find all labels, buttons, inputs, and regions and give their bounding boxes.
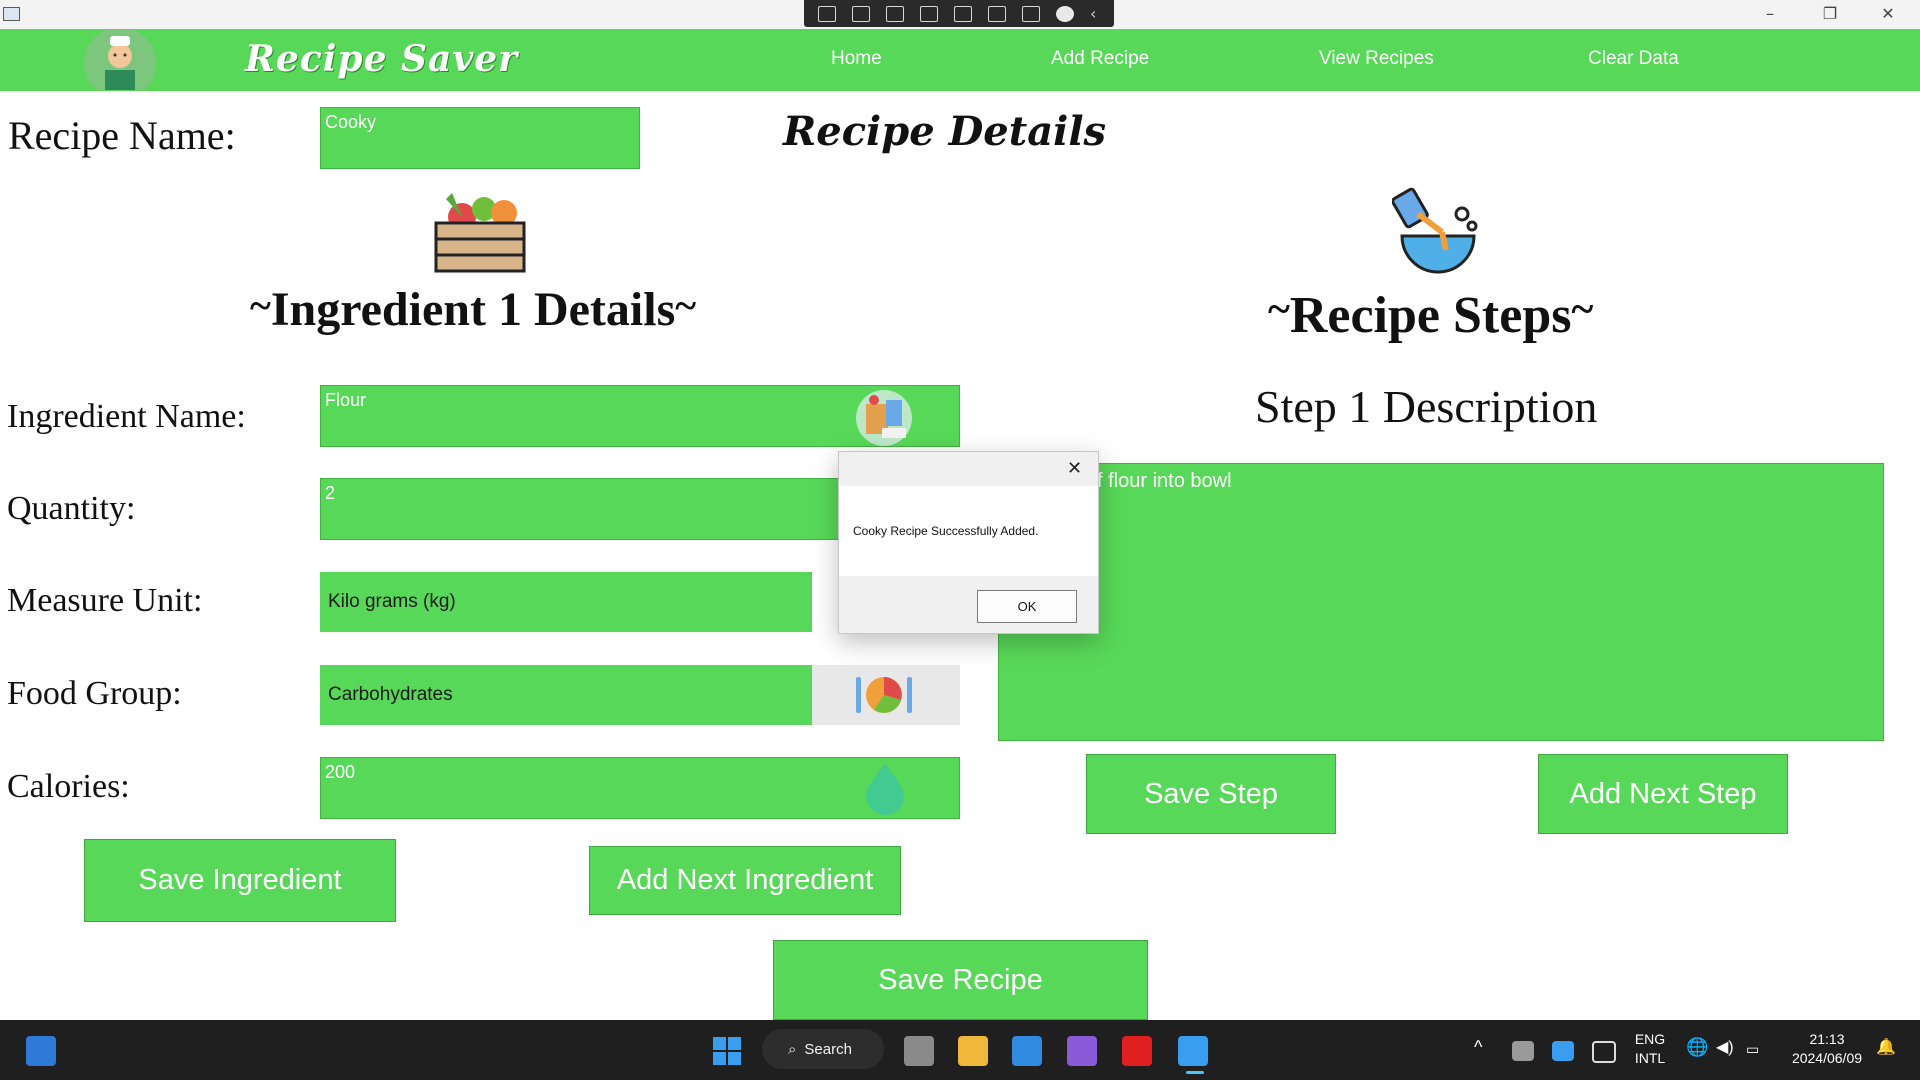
nav-link-home[interactable]: Home: [831, 48, 882, 70]
ingredient-section-title: ~Ingredient 1 Details~: [250, 282, 696, 337]
tool-icon[interactable]: [818, 5, 836, 22]
quantity-label: Quantity:: [7, 490, 136, 527]
chef-avatar: [84, 30, 156, 90]
kcal-drop-icon: [866, 764, 904, 815]
message-dialog: ✕ Cooky Recipe Successfully Added. OK: [838, 451, 1099, 634]
tilde-decoration: ~: [1268, 287, 1290, 333]
language-indicator[interactable]: ENG INTL: [1630, 1030, 1670, 1068]
food-group-select[interactable]: Carbohydrates: [320, 665, 812, 725]
step-description-text: f flour into bowl: [1097, 470, 1232, 492]
language-top: ENG: [1634, 1031, 1666, 1047]
language-bottom: INTL: [1634, 1050, 1666, 1066]
cloud-icon[interactable]: [1512, 1041, 1534, 1061]
check-icon[interactable]: [1056, 5, 1074, 22]
quantity-input[interactable]: 2: [320, 478, 840, 540]
recipe-name-input[interactable]: Cooky: [320, 107, 640, 169]
grocery-bag-icon: [856, 390, 912, 446]
display-icon[interactable]: [1592, 1041, 1616, 1063]
volume-icon[interactable]: ◀): [1716, 1038, 1734, 1057]
step-heading: Step 1 Description: [1255, 381, 1598, 432]
clock[interactable]: 21:13 2024/06/09: [1784, 1030, 1870, 1068]
ingredient-section-title-text: Ingredient 1 Details: [270, 283, 676, 336]
add-next-step-button[interactable]: Add Next Step: [1538, 754, 1788, 834]
tool-icon[interactable]: [1022, 5, 1040, 22]
tool-icon[interactable]: [954, 5, 972, 22]
vegetable-crate-icon: [434, 193, 526, 273]
active-app-icon[interactable]: [1178, 1036, 1208, 1066]
youtube-icon[interactable]: [1122, 1036, 1152, 1066]
save-step-button[interactable]: Save Step: [1086, 754, 1336, 834]
mixing-bowl-icon: [1392, 187, 1478, 274]
search-icon: ⌕: [788, 1040, 797, 1058]
save-ingredient-button[interactable]: Save Ingredient: [84, 839, 396, 922]
dialog-ok-button[interactable]: OK: [977, 590, 1077, 623]
vscode-icon[interactable]: [1012, 1036, 1042, 1066]
restore-button[interactable]: ❐: [1800, 2, 1860, 26]
steps-section-title-text: Recipe Steps: [1289, 287, 1572, 344]
nav-link-clear-data[interactable]: Clear Data: [1588, 48, 1679, 70]
chevron-up-icon[interactable]: ^: [1474, 1038, 1482, 1057]
debug-toolbar[interactable]: ‹: [804, 0, 1114, 27]
onedrive-icon[interactable]: [1552, 1041, 1574, 1061]
tool-icon[interactable]: [920, 5, 938, 22]
step-description-textarea[interactable]: f flour into bowl: [998, 463, 1884, 741]
recipe-name-label: Recipe Name:: [8, 113, 236, 158]
battery-icon[interactable]: ▭: [1746, 1040, 1759, 1059]
taskbar-search[interactable]: ⌕ Search: [762, 1029, 884, 1069]
tool-icon[interactable]: [886, 5, 904, 22]
tool-icon[interactable]: [988, 5, 1006, 22]
close-icon[interactable]: ✕: [1067, 458, 1082, 479]
task-view-icon[interactable]: [904, 1036, 934, 1066]
calories-label: Calories:: [7, 768, 130, 805]
network-icon[interactable]: 🌐: [1686, 1038, 1708, 1057]
add-next-ingredient-button[interactable]: Add Next Ingredient: [589, 846, 901, 915]
windows-start-icon[interactable]: [712, 1036, 742, 1066]
notification-bell-icon[interactable]: 🔔: [1876, 1038, 1896, 1057]
minimize-button[interactable]: –: [1740, 2, 1800, 26]
nav-link-add-recipe[interactable]: Add Recipe: [1051, 48, 1149, 70]
measure-unit-select[interactable]: Kilo grams (kg): [320, 572, 812, 632]
measure-unit-label: Measure Unit:: [7, 582, 203, 619]
tool-icon[interactable]: [852, 5, 870, 22]
active-app-indicator: [1186, 1071, 1204, 1074]
recipe-details-title: Recipe Details: [783, 108, 1107, 155]
widgets-icon[interactable]: [26, 1036, 56, 1066]
food-group-label: Food Group:: [7, 675, 182, 712]
file-explorer-icon[interactable]: [958, 1036, 988, 1066]
visual-studio-icon[interactable]: [1067, 1036, 1097, 1066]
clock-time: 21:13: [1809, 1031, 1845, 1047]
save-recipe-button[interactable]: Save Recipe: [773, 940, 1148, 1020]
app-brand: Recipe Saver: [245, 38, 519, 80]
app-icon: [3, 7, 20, 21]
clock-date: 2024/06/09: [1791, 1050, 1863, 1066]
chevron-left-icon[interactable]: ‹: [1090, 5, 1100, 22]
taskbar-search-label: Search: [804, 1040, 852, 1058]
ingredient-name-label: Ingredient Name:: [7, 398, 246, 435]
tilde-decoration: ~: [250, 283, 271, 328]
food-group-plate-icon: [856, 677, 912, 713]
tilde-decoration: ~: [1571, 287, 1594, 333]
steps-section-title: ~Recipe Steps~: [1268, 286, 1593, 345]
tilde-decoration: ~: [675, 283, 697, 328]
dialog-message: Cooky Recipe Successfully Added.: [853, 524, 1039, 538]
nav-link-view-recipes[interactable]: View Recipes: [1319, 48, 1434, 70]
close-window-button[interactable]: ✕: [1858, 2, 1918, 26]
